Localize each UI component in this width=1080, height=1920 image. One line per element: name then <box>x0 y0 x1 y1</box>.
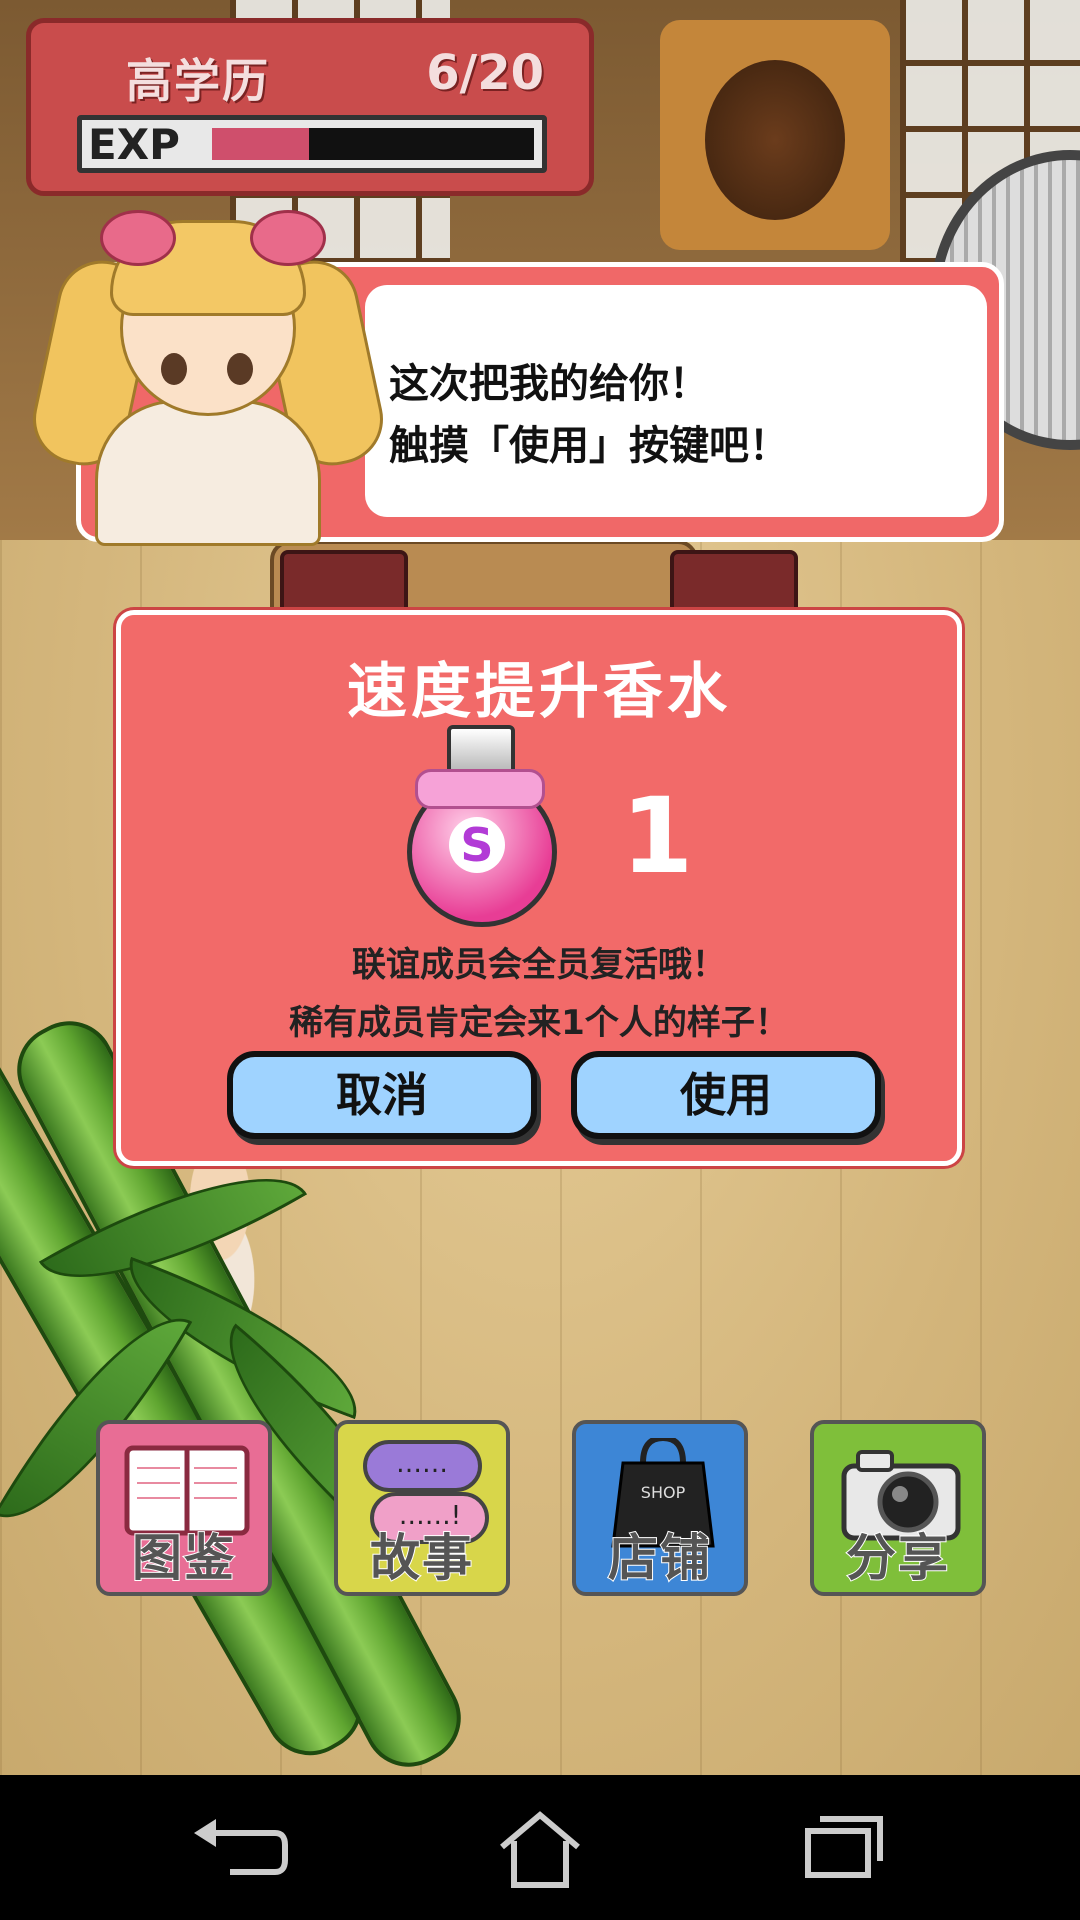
speech-line-2: 触摸「使用」按键吧！ <box>389 423 789 469</box>
story-dots-1: …… <box>396 1449 448 1479</box>
exp-fill <box>212 128 309 160</box>
exp-bar: EXP <box>77 115 547 173</box>
menu-button-shop[interactable]: SHOP 店铺 <box>572 1420 748 1596</box>
use-button[interactable]: 使用 <box>571 1051 881 1139</box>
exp-label: EXP <box>88 120 180 169</box>
perfume-bottle-icon: S <box>401 725 557 927</box>
character-eye <box>227 353 253 385</box>
menu-button-story[interactable]: …… ……! 故事 <box>334 1420 510 1596</box>
cushion <box>670 550 798 618</box>
speech-line-1: 这次把我的给你！ <box>389 361 709 407</box>
hair-bow <box>250 210 326 266</box>
cancel-button[interactable]: 取消 <box>227 1051 537 1139</box>
item-grade-badge: S <box>449 817 505 873</box>
item-dialog: 速度提升香水 S 1 联谊成员会全员复活哦！ 稀有成员肯定会来1个人的样子！ 取… <box>116 610 962 1166</box>
home-icon[interactable] <box>480 1805 600 1895</box>
character-portrait <box>24 200 392 546</box>
exp-track <box>212 128 534 160</box>
cushion <box>280 550 408 618</box>
character-body <box>95 400 321 546</box>
menu-label: 分享 <box>845 1528 950 1588</box>
level-count: 6/20 <box>426 45 544 101</box>
menu-label: 故事 <box>369 1528 474 1588</box>
item-description-2: 稀有成员肯定会来1个人的样子！ <box>289 1003 789 1043</box>
bottle-ribbon <box>415 769 545 809</box>
menu-button-encyclopedia[interactable]: 图鉴 <box>96 1420 272 1596</box>
menu-label: 图鉴 <box>131 1528 236 1588</box>
item-count: 1 <box>621 775 694 897</box>
hair-bow <box>100 210 176 266</box>
back-icon[interactable] <box>180 1805 300 1895</box>
rank-title: 高学历 <box>126 54 270 108</box>
item-description-1: 联谊成员会全员复活哦！ <box>352 945 726 985</box>
item-name: 速度提升香水 <box>347 657 731 727</box>
level-panel: 高学历 6/20 EXP <box>26 18 594 196</box>
recent-apps-icon[interactable] <box>780 1805 900 1895</box>
shop-bag-text: SHOP <box>641 1483 686 1502</box>
system-nav-bar <box>0 1775 1080 1920</box>
menu-label: 店铺 <box>607 1528 712 1588</box>
character-eye <box>161 353 187 385</box>
speech-bubble: 这次把我的给你！ 触摸「使用」按键吧！ <box>365 285 987 517</box>
turtle-shell-decoration <box>660 20 890 250</box>
menu-button-share[interactable]: 分享 <box>810 1420 986 1596</box>
